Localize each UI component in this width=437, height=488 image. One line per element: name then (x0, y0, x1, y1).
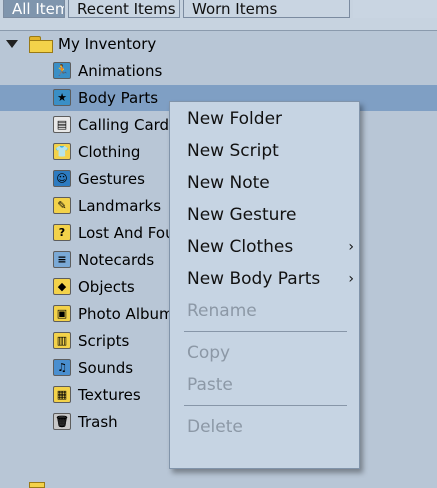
notecards-folder-icon: ≡ (53, 251, 71, 268)
menu-item-label: New Clothes (187, 237, 294, 257)
submenu-arrow-icon: › (348, 271, 354, 287)
tree-item[interactable]: 🏃 Animations (0, 58, 437, 84)
sounds-folder-icon: ♫ (53, 359, 71, 376)
tree-item-label: Scripts (78, 332, 130, 350)
menu-item-paste[interactable]: Paste (170, 370, 359, 400)
menu-item-new-script[interactable]: New Script (170, 136, 359, 166)
menu-item-label: New Script (187, 141, 279, 161)
tree-item-label: Calling Cards (78, 116, 177, 134)
tree-item-label: Notecards (78, 251, 155, 269)
folder-icon (29, 36, 53, 53)
menu-item-label: Paste (187, 375, 233, 395)
inventory-tab-bar: All Items Recent Items Worn Items (0, 0, 437, 31)
tab-all-items[interactable]: All Items (3, 0, 65, 18)
clothing-folder-icon: 👕 (53, 143, 71, 160)
expand-arrow-icon[interactable] (6, 40, 18, 48)
body-parts-folder-icon: ★ (53, 89, 71, 106)
tree-item-label: Clothing (78, 143, 141, 161)
menu-item-new-folder[interactable]: New Folder (170, 104, 359, 134)
submenu-arrow-icon: › (348, 239, 354, 255)
menu-item-label: New Folder (187, 109, 283, 129)
context-menu: New Folder New Script New Note New Gesture N… (169, 101, 360, 469)
menu-item-rename[interactable]: Rename (170, 296, 359, 326)
menu-item-label: New Body Parts (187, 269, 321, 289)
tree-item-label: Objects (78, 278, 135, 296)
animations-folder-icon: 🏃 (53, 62, 71, 79)
menu-item-copy[interactable]: Copy (170, 338, 359, 368)
landmarks-folder-icon: ✎ (53, 197, 71, 214)
menu-item-new-body-parts[interactable]: New Body Parts › (170, 264, 359, 294)
menu-item-delete[interactable]: Delete (170, 412, 359, 442)
menu-item-label: Rename (187, 301, 257, 321)
tree-item-label: Trash (78, 413, 118, 431)
tree-item-label: Body Parts (78, 89, 159, 107)
tree-root-label: My Inventory (58, 35, 157, 53)
menu-item-label: Copy (187, 343, 231, 363)
tree-root-my-inventory[interactable]: My Inventory (0, 31, 437, 57)
menu-separator (184, 331, 347, 332)
menu-item-label: Delete (187, 417, 243, 437)
menu-item-new-clothes[interactable]: New Clothes › (170, 232, 359, 262)
menu-item-label: New Note (187, 173, 270, 193)
menu-item-new-note[interactable]: New Note (170, 168, 359, 198)
tab-bar-filler (353, 0, 437, 18)
lost-and-found-folder-icon: ? (53, 224, 71, 241)
calling-cards-folder-icon: ▤ (53, 116, 71, 133)
menu-separator (184, 405, 347, 406)
folder-icon (29, 482, 45, 488)
tree-item-label: Textures (78, 386, 141, 404)
tree-item-label: Gestures (78, 170, 145, 188)
gestures-folder-icon: ☺ (53, 170, 71, 187)
tab-recent-items[interactable]: Recent Items (68, 0, 180, 18)
tree-item-label: Landmarks (78, 197, 162, 215)
photo-album-folder-icon: ▣ (53, 305, 71, 322)
menu-item-new-gesture[interactable]: New Gesture (170, 200, 359, 230)
objects-folder-icon: ◆ (53, 278, 71, 295)
menu-item-label: New Gesture (187, 205, 297, 225)
tree-item-label: Animations (78, 62, 163, 80)
tree-item-label: Sounds (78, 359, 134, 377)
tree-item-label: Photo Album (78, 305, 174, 323)
textures-folder-icon: ▦ (53, 386, 71, 403)
scripts-folder-icon: ▥ (53, 332, 71, 349)
tab-worn-items[interactable]: Worn Items (183, 0, 350, 18)
trash-icon: 🗑 (53, 413, 71, 430)
